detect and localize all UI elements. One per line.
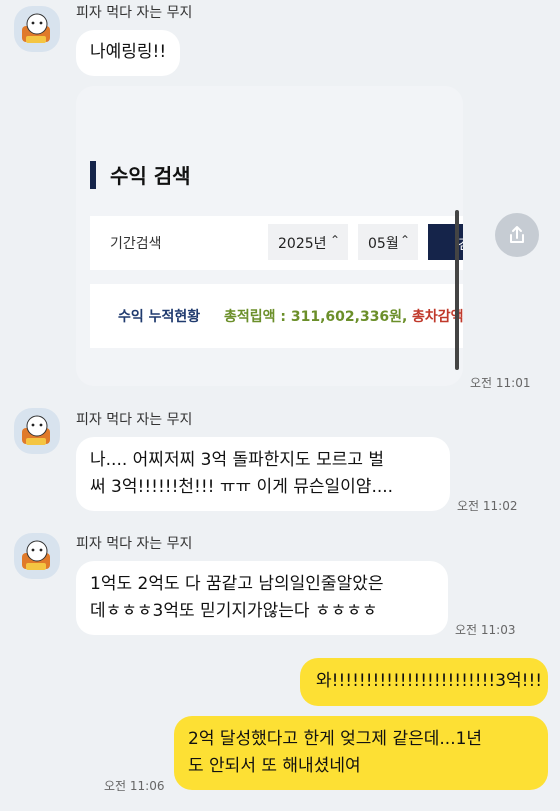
sender-avatar[interactable] <box>14 6 60 52</box>
share-icon <box>510 226 524 243</box>
period-label: 기간검색 <box>110 236 162 252</box>
message-bubble[interactable]: 나.... 어찌저찌 3억 돌파한지도 모르고 벌 써 3억!!!!!!천!!!… <box>76 437 450 511</box>
year-value: 2025년 <box>278 236 327 252</box>
sender-name: 피자 먹다 자는 무지 <box>76 5 193 21</box>
updown-chevron-icon: ⌃ <box>399 233 410 247</box>
message-bubble[interactable]: 1억도 2억도 다 꿈같고 남의일인줄알았은 데ㅎㅎㅎ3억또 믿기지가않는다 ㅎ… <box>76 561 448 635</box>
screenshot-heading: 수익 검색 <box>110 164 191 188</box>
sender-avatar[interactable] <box>14 533 60 579</box>
message-time: 오전 11:06 <box>104 779 165 793</box>
muzi-avatar-icon <box>22 13 50 43</box>
message-time: 오전 11:01 <box>470 376 531 390</box>
image-message[interactable]: 수익 검색 기간검색 2025년 ⌃ 05월 ⌃ 검 수익 누적현황 총적립액 … <box>76 86 463 386</box>
share-button[interactable] <box>495 213 539 257</box>
accumulated-status-row: 수익 누적현황 총적립액 : 311,602,336원, 총차감액 <box>90 284 463 348</box>
sender-avatar[interactable] <box>14 408 60 454</box>
message-text-line: 도 안되서 또 해내셨네여 <box>188 756 361 776</box>
image-scrollbar[interactable] <box>455 210 459 370</box>
message-text-line: 써 3억!!!!!!천!!! ㅠㅠ 이게 뮤슨일이얌.... <box>90 477 394 497</box>
month-select[interactable]: 05월 ⌃ <box>358 224 418 260</box>
heading-accent-bar <box>90 161 96 189</box>
my-message-bubble[interactable]: 와!!!!!!!!!!!!!!!!!!!!!!!!3억!!! <box>300 658 548 706</box>
message-time: 오전 11:03 <box>455 623 516 637</box>
period-search-row: 기간검색 2025년 ⌃ 05월 ⌃ 검 <box>90 216 463 270</box>
message-bubble[interactable]: 나예링링!! <box>76 30 181 76</box>
my-message-bubble[interactable]: 2억 달성했다고 한게 엊그제 같은데...1년 도 안되서 또 해내셨네여 <box>174 716 548 790</box>
message-text-line: 데ㅎㅎㅎ3억또 믿기지가않는다 ㅎㅎㅎㅎ <box>90 601 378 621</box>
updown-chevron-icon: ⌃ <box>329 233 340 247</box>
message-time: 오전 11:02 <box>457 499 518 513</box>
accumulated-label: 수익 누적현황 <box>118 309 201 325</box>
message-text: 나예링링!! <box>90 42 167 62</box>
message-text: 와!!!!!!!!!!!!!!!!!!!!!!!!3억!!! <box>316 671 543 691</box>
message-text-line: 나.... 어찌저찌 3억 돌파한지도 모르고 벌 <box>90 450 385 470</box>
sender-name: 피자 먹다 자는 무지 <box>76 536 193 552</box>
muzi-avatar-icon <box>22 415 50 445</box>
sender-name: 피자 먹다 자는 무지 <box>76 412 193 428</box>
muzi-avatar-icon <box>22 540 50 570</box>
message-text-line: 1억도 2억도 다 꿈같고 남의일인줄알았은 <box>90 574 384 594</box>
year-select[interactable]: 2025년 ⌃ <box>268 224 348 260</box>
month-value: 05월 <box>368 236 399 252</box>
message-text-line: 2억 달성했다고 한게 엊그제 같은데...1년 <box>188 729 483 749</box>
total-accumulated-amount: 총적립액 : 311,602,336원, <box>224 309 408 325</box>
